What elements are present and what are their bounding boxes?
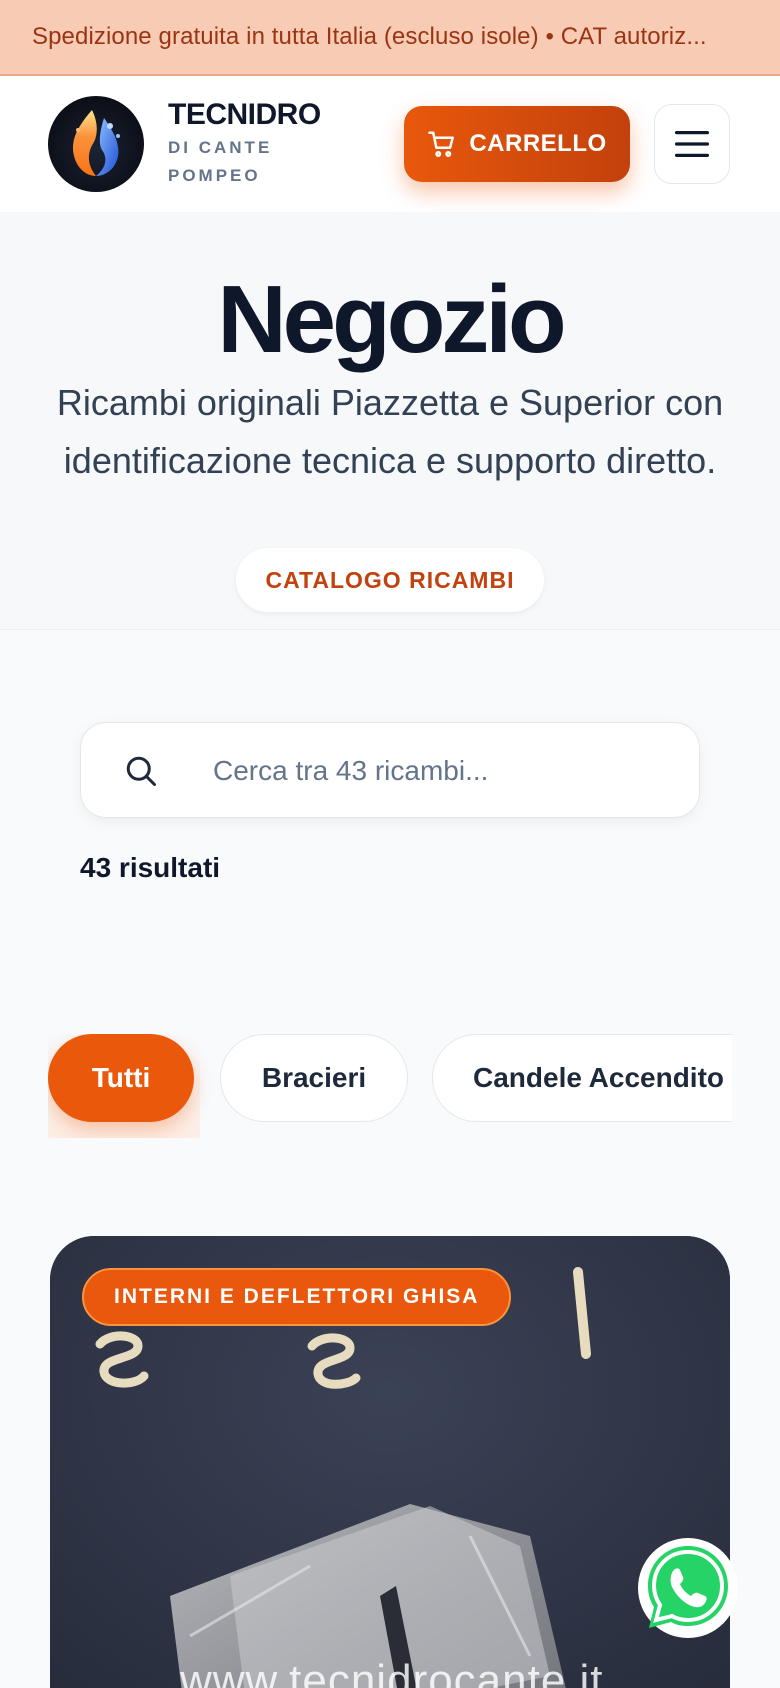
cart-label: CARRELLO <box>469 130 607 157</box>
search-box[interactable] <box>80 722 700 818</box>
search-icon <box>126 756 156 786</box>
results-count: 43 risultati <box>80 852 221 883</box>
cart-icon <box>428 131 455 158</box>
filter-chip-candele-accenditori[interactable]: Candele Accendito <box>432 1034 732 1122</box>
brand-subtitle: DI CANTE POMPEO <box>168 138 273 185</box>
brand-logo[interactable] <box>48 96 144 192</box>
catalog-pill-label: CATALOGO RICAMBI <box>265 566 515 593</box>
cart-button[interactable]: CARRELLO <box>404 106 630 182</box>
brand-name: TECNIDRO <box>168 98 321 131</box>
category-filter-bar: Tutti Bracieri Candele Accendito <box>48 1034 732 1138</box>
announcement-bar: Spedizione gratuita in tutta Italia (esc… <box>0 0 780 76</box>
search-input[interactable] <box>213 743 673 799</box>
catalog-pill: CATALOGO RICAMBI <box>236 548 544 612</box>
flame-water-logo-icon <box>72 110 120 176</box>
filter-chip-tutti[interactable]: Tutti <box>48 1034 194 1122</box>
site-header: TECNIDRO DI CANTE POMPEO CARRELLO <box>0 76 780 212</box>
page-title: Negozio <box>217 266 566 373</box>
announcement-text: Spedizione gratuita in tutta Italia (esc… <box>32 23 707 50</box>
hero-subtitle: Ricambi originali Piazzetta e Superior c… <box>56 382 724 481</box>
hero-section: Negozio Ricambi originali Piazzetta e Su… <box>0 212 780 630</box>
image-watermark: www.tecnidrocante.it <box>180 1656 604 1688</box>
filter-chip-bracieri[interactable]: Bracieri <box>220 1034 408 1122</box>
whatsapp-icon <box>638 1538 738 1638</box>
menu-button[interactable] <box>654 104 730 184</box>
hamburger-menu-icon <box>675 131 709 157</box>
product-category-label: INTERNI E DEFLETTORI GHISA <box>114 1285 480 1308</box>
product-category-badge: INTERNI E DEFLETTORI GHISA <box>82 1268 512 1326</box>
whatsapp-button[interactable] <box>636 1536 740 1640</box>
product-card[interactable]: INTERNI E DEFLETTORI GHISA www.tecnidroc… <box>50 1236 730 1688</box>
